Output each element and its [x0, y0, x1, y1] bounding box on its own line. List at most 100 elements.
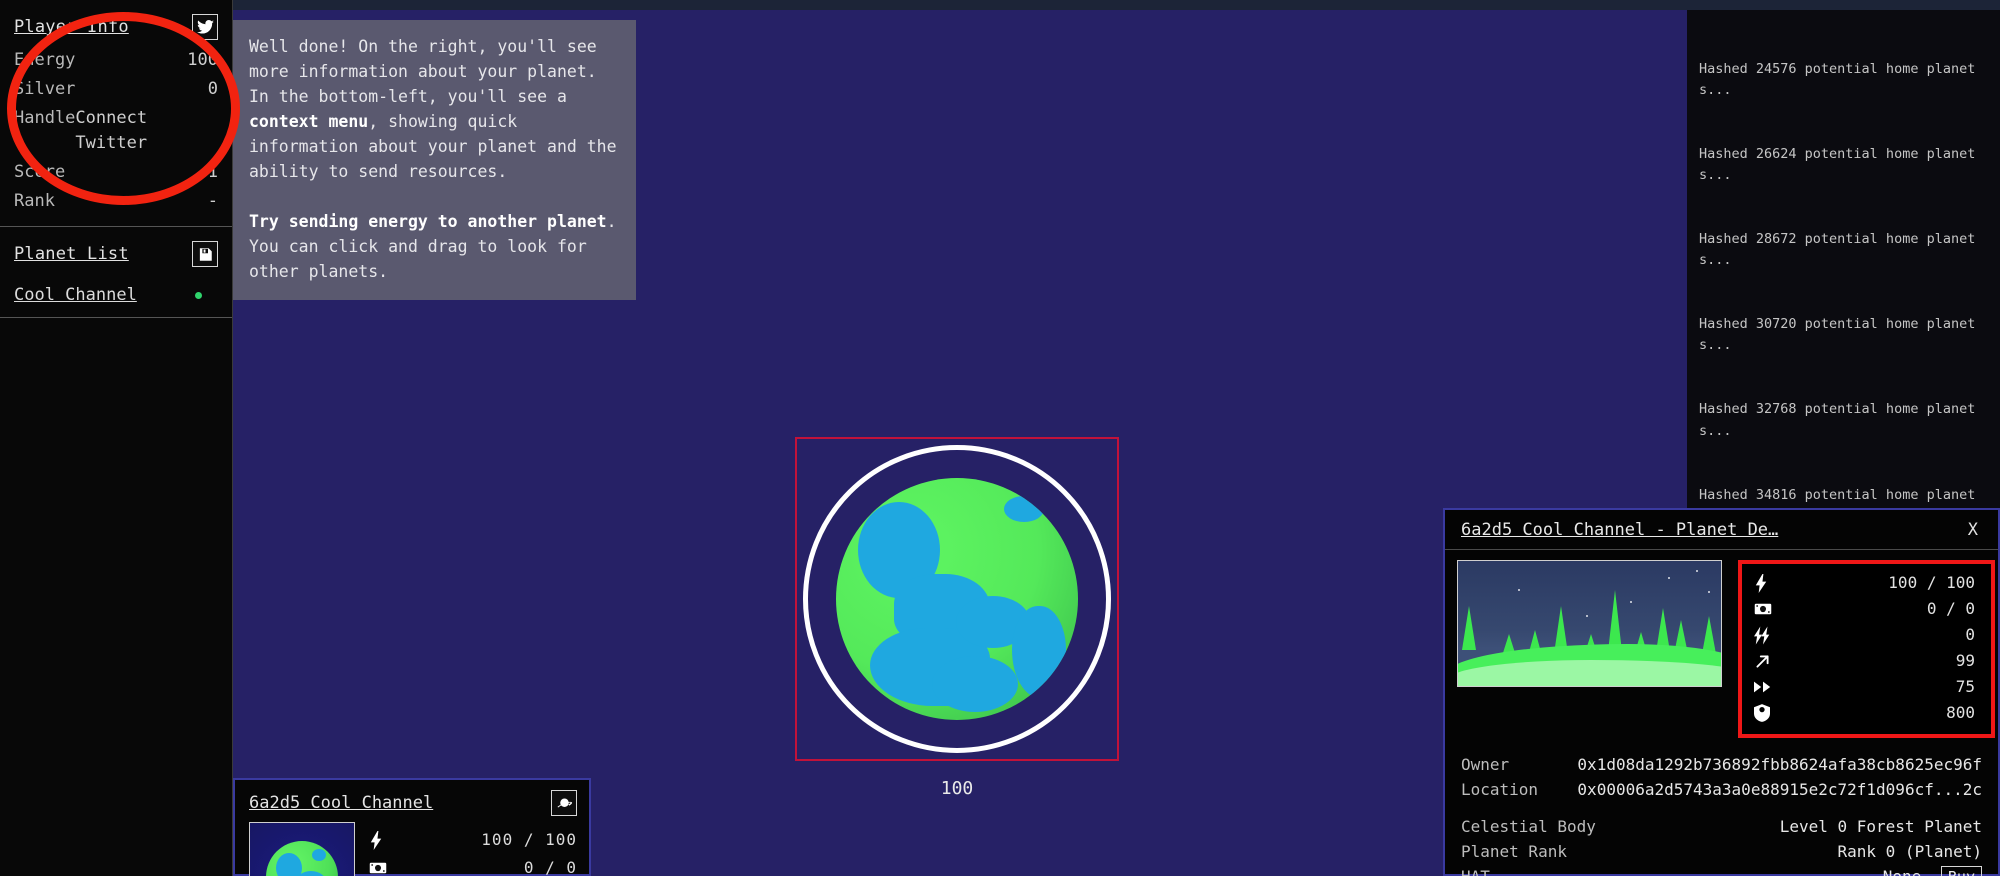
stat-label: Score: [14, 160, 65, 185]
detail-stat-value: 800: [1946, 700, 1975, 726]
buy-hat-button[interactable]: Buy: [1941, 866, 1982, 876]
planet-list-item-cool-channel[interactable]: Cool Channel: [0, 277, 232, 317]
log-line: Hashed 26624 potential home planets...: [1699, 144, 2000, 187]
field-value: Rank 0 (Planet): [1838, 839, 1983, 864]
stat-row-energy: Energy 100: [0, 46, 232, 75]
tutorial-p2-bold: Try sending energy to another planet: [249, 212, 607, 231]
planet-energy-label: 100: [795, 778, 1119, 799]
context-menu-stats: 100 / 100 0 / 0: [369, 822, 577, 876]
planet-details-header: 6a2d5 Cool Channel - Planet De… X: [1445, 510, 1998, 550]
ctx-stat-value: 100 / 100: [481, 826, 577, 854]
field-value: 0x00006a2d5743a3a0e88915e2c72f1d096cf...…: [1577, 777, 1982, 802]
log-line: Hashed 32768 potential home planets...: [1699, 399, 2000, 442]
planet-details-fields: Owner 0x1d08da1292b736892fbb8624afa38cb8…: [1445, 738, 1998, 876]
field-value: 0x1d08da1292b736892fbb8624afa38cb8625ec9…: [1577, 752, 1982, 777]
field-planet-rank: Planet Rank Rank 0 (Planet): [1461, 839, 1982, 864]
stat-label: Handle: [14, 106, 75, 156]
field-value: Level 0 Forest Planet: [1780, 814, 1982, 839]
field-label: HAT: [1461, 864, 1490, 876]
detail-stat-value: 99: [1956, 648, 1975, 674]
ctx-stat-silver: 0 / 0: [369, 854, 577, 876]
field-value: None: [1883, 867, 1922, 876]
stat-value: -: [208, 189, 218, 214]
log-line: Hashed 24576 potential home planets...: [1699, 59, 2000, 102]
detail-stat-value: 75: [1956, 674, 1975, 700]
planet-details-panel[interactable]: 6a2d5 Cool Channel - Planet De… X: [1443, 508, 2000, 876]
planet-details-title[interactable]: 6a2d5 Cool Channel - Planet De…: [1461, 520, 1778, 540]
detail-stat-silver: 0 / 0: [1754, 596, 1975, 622]
defense-shield-icon: [1754, 704, 1770, 722]
field-label: Celestial Body: [1461, 814, 1596, 839]
field-hat: HAT None Buy: [1461, 864, 1982, 876]
log-line: Hashed 34816 potential home planets...: [1699, 485, 2000, 510]
stat-row-silver: Silver 0: [0, 75, 232, 104]
saturn-planet-icon[interactable]: [551, 790, 577, 816]
player-info-panel: Player Info Energy 100 Silver 0 Handle C…: [0, 0, 232, 227]
planet-list-title: Planet List: [14, 244, 129, 264]
detail-stat-value: 0: [1965, 622, 1975, 648]
close-icon[interactable]: X: [1962, 520, 1984, 540]
planet-sphere: [836, 478, 1078, 720]
tutorial-p1-bold: context menu: [249, 112, 368, 131]
terminal-log[interactable]: Hashed 24576 potential home planets... H…: [1687, 10, 2000, 510]
stat-row-rank: Rank -: [0, 187, 232, 216]
stat-row-handle[interactable]: Handle Connect Twitter: [0, 104, 232, 158]
stat-value: 100: [187, 48, 218, 73]
silver-bill-icon: [369, 862, 387, 874]
selected-planet[interactable]: [795, 437, 1119, 761]
tutorial-panel[interactable]: Well done! On the right, you'll see more…: [233, 20, 636, 300]
context-menu-panel[interactable]: 6a2d5 Cool Channel 100 /: [233, 778, 591, 876]
field-location: Location 0x00006a2d5743a3a0e88915e2c72f1…: [1461, 777, 1982, 802]
stat-label: Energy: [14, 48, 75, 73]
tutorial-p1-part-a: Well done! On the right, you'll see more…: [249, 37, 597, 106]
viewport-top-edge: [0, 0, 2000, 10]
log-line: Hashed 30720 potential home planets...: [1699, 314, 2000, 357]
speed-icon: [1754, 680, 1772, 694]
detail-stat-defense: 800: [1754, 700, 1975, 726]
ctx-stat-energy: 100 / 100: [369, 826, 577, 854]
field-label: Location: [1461, 777, 1538, 802]
twitter-bird-icon[interactable]: [192, 14, 218, 40]
field-label: Planet Rank: [1461, 839, 1567, 864]
detail-stat-value: 0 / 0: [1927, 596, 1975, 622]
planet-biome-image: [1457, 560, 1722, 687]
context-menu-title[interactable]: 6a2d5 Cool Channel: [249, 793, 433, 813]
planet-list-header: Planet List: [0, 227, 232, 277]
status-dot-icon: [195, 292, 202, 299]
stat-row-score: Score -1: [0, 158, 232, 187]
stat-label: Silver: [14, 77, 75, 102]
player-info-title: Player Info: [14, 17, 129, 37]
tutorial-spacer: [249, 184, 620, 209]
tutorial-paragraph-1: Well done! On the right, you'll see more…: [249, 34, 620, 184]
stat-value: 0: [208, 77, 218, 102]
energy-growth-icon: [1754, 626, 1772, 645]
detail-stat-range: 99: [1754, 648, 1975, 674]
left-sidebar: Player Info Energy 100 Silver 0 Handle C…: [0, 0, 233, 876]
tutorial-paragraph-2: Try sending energy to another planet. Yo…: [249, 209, 620, 284]
connect-twitter-link[interactable]: Connect Twitter: [75, 106, 218, 156]
detail-stat-speed: 75: [1754, 674, 1975, 700]
fields-spacer: [1461, 802, 1982, 814]
hat-value-group: None Buy: [1883, 864, 1982, 876]
channel-name[interactable]: Cool Channel: [14, 285, 137, 305]
planet-stats-highlight: 100 / 100 0 / 0: [1738, 560, 1995, 738]
game-screen: 100 Hashed 24576 potential home planets.…: [0, 0, 2000, 876]
range-arrow-icon: [1754, 653, 1771, 670]
context-menu-header: 6a2d5 Cool Channel: [235, 780, 589, 822]
field-label: Owner: [1461, 752, 1509, 777]
stat-label: Rank: [14, 189, 55, 214]
log-line: Hashed 28672 potential home planets...: [1699, 229, 2000, 272]
detail-stat-energy: 100 / 100: [1754, 570, 1975, 596]
detail-stat-energy-growth: 0: [1754, 622, 1975, 648]
biome-ground-front: [1457, 660, 1722, 686]
planet-details-body: 100 / 100 0 / 0: [1445, 550, 1998, 738]
planet-thumbnail: [249, 822, 355, 876]
field-owner: Owner 0x1d08da1292b736892fbb8624afa38cb8…: [1461, 752, 1982, 777]
energy-bolt-icon: [369, 831, 384, 850]
ctx-stat-value: 0 / 0: [524, 854, 577, 876]
floppy-disk-icon[interactable]: [192, 241, 218, 267]
silver-bill-icon: [1754, 603, 1772, 615]
field-celestial-body: Celestial Body Level 0 Forest Planet: [1461, 814, 1982, 839]
stat-value: -1: [198, 160, 218, 185]
energy-bolt-icon: [1754, 574, 1769, 593]
